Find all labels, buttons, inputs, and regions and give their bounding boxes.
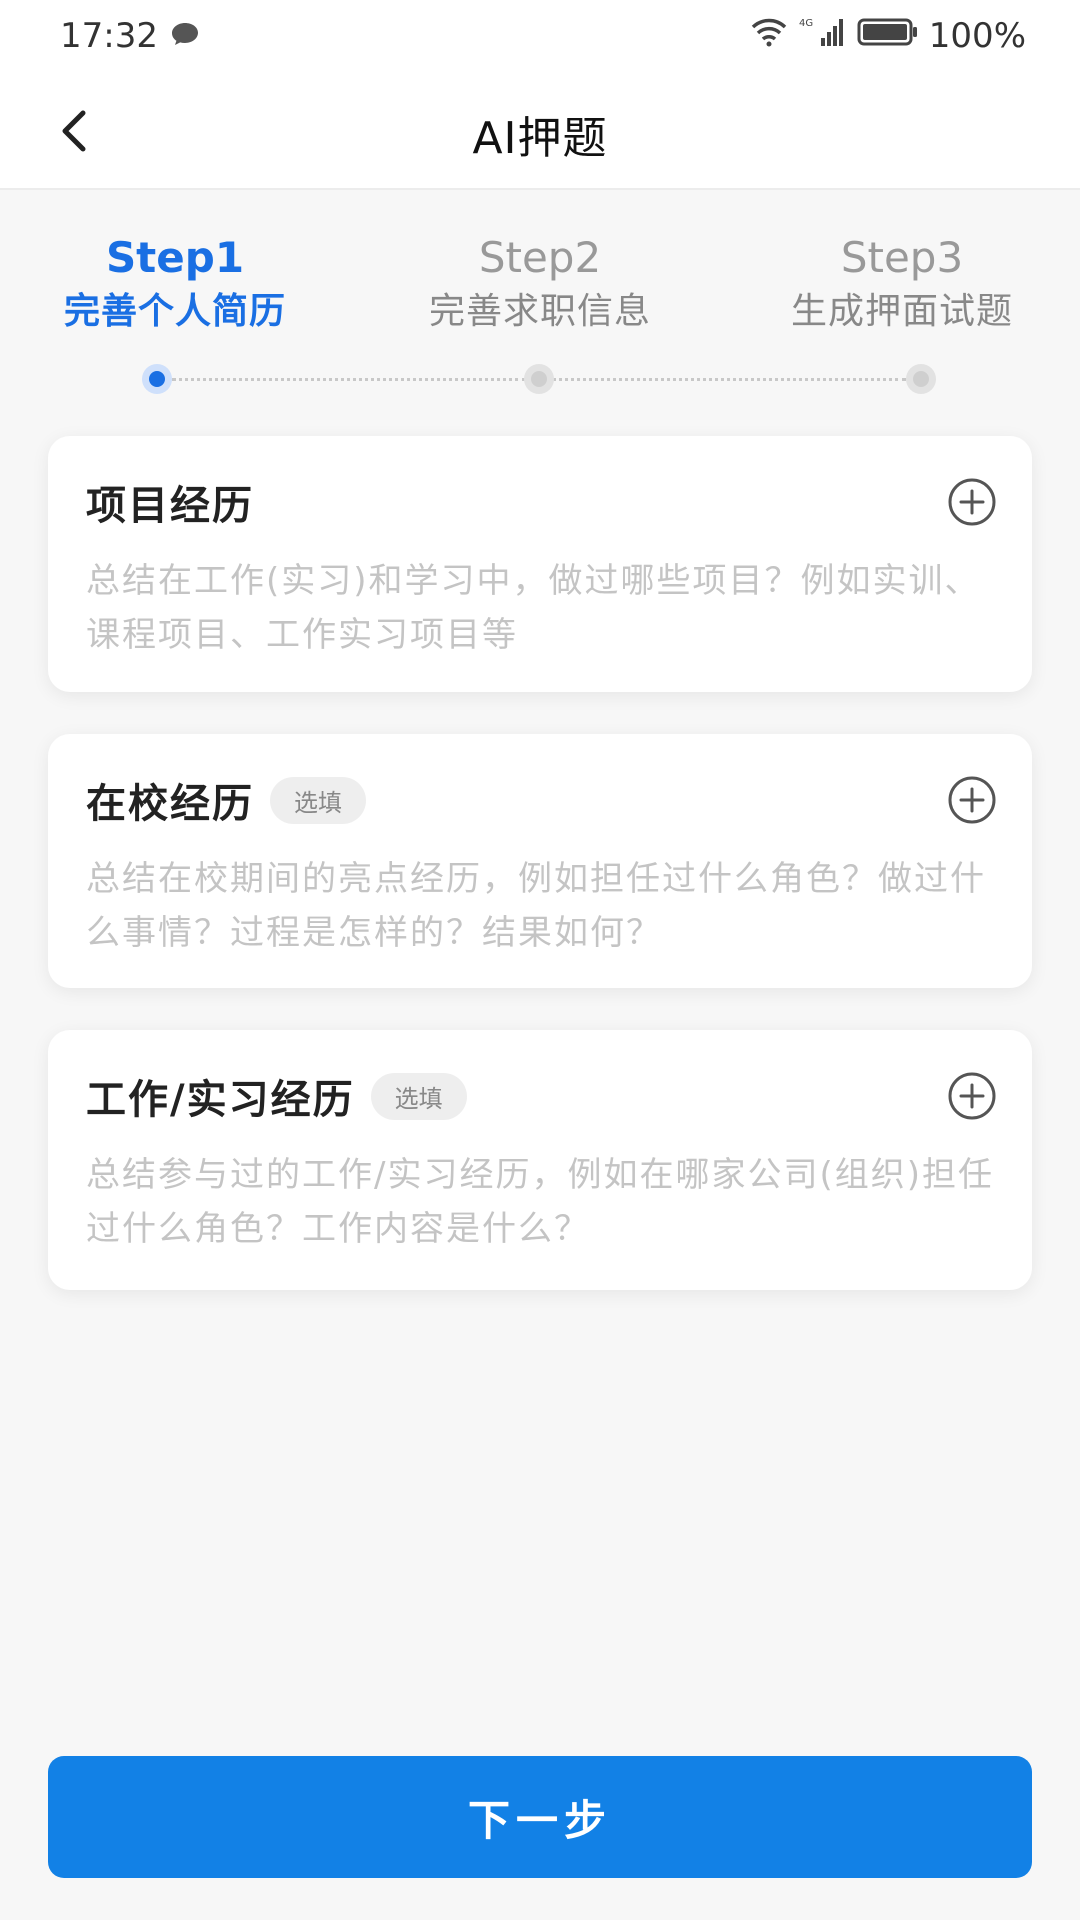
work-experience-card[interactable]: 工作/实习经历 选填 总结参与过的工作/实习经历，例如在哪家公司(组织)担任过什… bbox=[48, 1030, 1032, 1290]
step-1-label: 完善个人简历 bbox=[63, 291, 286, 332]
message-icon bbox=[170, 16, 200, 56]
battery-level: 100% bbox=[928, 16, 1026, 56]
battery-icon bbox=[857, 16, 919, 57]
step-1[interactable]: Step1 完善个人简历 bbox=[25, 230, 325, 338]
wifi-icon bbox=[749, 16, 789, 56]
page-title: AI押题 bbox=[472, 113, 608, 164]
step-indicator: Step1 完善个人简历 Step2 完善求职信息 Step3 生成押面试题 bbox=[0, 230, 1080, 410]
step-2-dot bbox=[524, 364, 554, 394]
step-1-dot bbox=[142, 364, 172, 394]
card-description: 总结参与过的工作/实习经历，例如在哪家公司(组织)担任过什么角色？工作内容是什么… bbox=[86, 1155, 994, 1249]
optional-badge: 选填 bbox=[370, 1072, 467, 1120]
school-experience-card[interactable]: 在校经历 选填 总结在校期间的亮点经历，例如担任过什么角色？做过什么事情？过程是… bbox=[48, 734, 1032, 988]
nav-bar: AI押题 bbox=[0, 72, 1080, 190]
card-title: 项目经历 bbox=[86, 483, 254, 529]
network-type-label: 4G bbox=[799, 18, 813, 29]
status-time: 17:32 bbox=[60, 16, 158, 56]
card-title: 工作/实习经历 bbox=[86, 1077, 355, 1123]
step-3[interactable]: Step3 生成押面试题 bbox=[752, 230, 1052, 338]
step-2[interactable]: Step2 完善求职信息 bbox=[390, 230, 690, 338]
plus-circle-icon[interactable] bbox=[946, 476, 998, 528]
progress-line-1 bbox=[172, 378, 526, 381]
plus-circle-icon[interactable] bbox=[946, 1070, 998, 1122]
card-header: 在校经历 选填 bbox=[86, 770, 994, 830]
step-1-number: Step1 bbox=[105, 233, 245, 282]
project-experience-card[interactable]: 项目经历 总结在工作(实习)和学习中，做过哪些项目？例如实训、课程项目、工作实习… bbox=[48, 436, 1032, 692]
step-2-number: Step2 bbox=[478, 233, 602, 282]
card-header: 项目经历 bbox=[86, 472, 994, 532]
card-header: 工作/实习经历 选填 bbox=[86, 1066, 994, 1126]
status-left: 17:32 bbox=[60, 16, 200, 56]
plus-circle-icon[interactable] bbox=[946, 774, 998, 826]
card-description: 总结在工作(实习)和学习中，做过哪些项目？例如实训、课程项目、工作实习项目等 bbox=[86, 561, 981, 655]
status-bar: 17:32 4G 100% bbox=[0, 0, 1080, 72]
optional-badge: 选填 bbox=[270, 776, 366, 824]
status-right: 4G 100% bbox=[749, 16, 1026, 57]
progress-line-2 bbox=[552, 378, 906, 381]
step-2-label: 完善求职信息 bbox=[428, 291, 651, 332]
card-description: 总结在校期间的亮点经历，例如担任过什么角色？做过什么事情？过程是怎样的？结果如何… bbox=[86, 859, 986, 953]
card-title: 在校经历 bbox=[86, 781, 254, 827]
next-step-button[interactable]: 下一步 bbox=[48, 1756, 1032, 1878]
signal-icon: 4G bbox=[799, 16, 847, 57]
step-3-dot bbox=[906, 364, 936, 394]
step-3-number: Step3 bbox=[840, 233, 964, 282]
step-3-label: 生成押面试题 bbox=[790, 291, 1013, 332]
